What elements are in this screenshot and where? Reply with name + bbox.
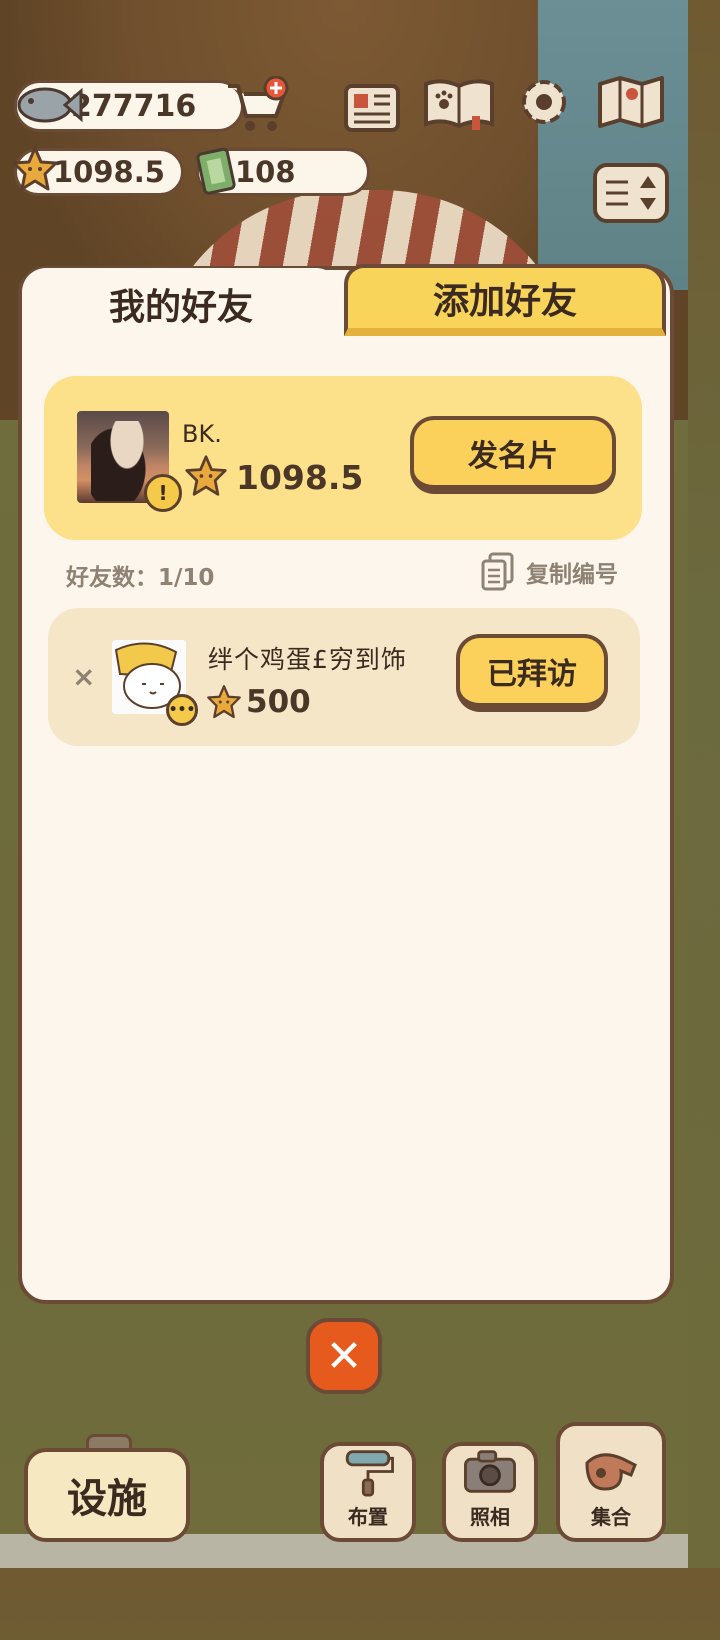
shop-cart-icon[interactable] [224, 76, 290, 134]
avatar-figure [91, 421, 151, 501]
map-icon[interactable] [596, 74, 666, 130]
ticket-icon [196, 147, 236, 195]
star-count: 1098.5 [53, 155, 165, 189]
photo-label: 照相 [470, 1505, 510, 1529]
ticket-currency: 108 [196, 147, 370, 196]
star-currency: 1098.5 [12, 146, 184, 196]
gather-button[interactable]: 集合 [556, 1422, 666, 1542]
friend-score: 500 [246, 684, 311, 720]
star-icon [207, 685, 241, 719]
gather-label: 集合 [591, 1505, 631, 1529]
remove-friend-icon[interactable]: × [72, 660, 95, 693]
whistle-icon [585, 1453, 637, 1491]
friend-count: 好友数：1/10 [66, 565, 215, 591]
fish-currency: 277716 [14, 80, 244, 132]
gear-icon[interactable] [514, 74, 574, 130]
close-button[interactable]: ✕ [306, 1318, 382, 1394]
arrange-label: 布置 [348, 1505, 388, 1529]
paw-book-icon[interactable] [422, 76, 496, 132]
ticket-count: 108 [235, 155, 296, 189]
photo-button[interactable]: 照相 [442, 1442, 538, 1542]
alert-badge-icon: ! [144, 474, 182, 512]
background-sky [538, 0, 688, 290]
friend-name: 绊个鸡蛋£穷到饰 [208, 645, 407, 674]
tab-add-friend[interactable]: 添加好友 [344, 264, 666, 336]
fish-count: 277716 [71, 88, 197, 124]
visited-button[interactable]: 已拜访 [456, 634, 608, 712]
copy-icon [481, 552, 514, 591]
fish-icon [17, 87, 83, 123]
tab-my-friends[interactable]: 我的好友 [22, 268, 340, 340]
newspaper-icon[interactable] [342, 80, 402, 136]
star-icon [12, 146, 58, 191]
star-icon [185, 455, 227, 496]
sort-icon[interactable] [592, 162, 670, 224]
my-name: BK. [182, 420, 222, 448]
my-score: 1098.5 [236, 458, 364, 497]
facility-button[interactable]: 设施 [24, 1448, 190, 1542]
copy-id-button[interactable]: 复制编号 [480, 552, 618, 592]
camera-icon [464, 1450, 516, 1493]
arrange-button[interactable]: 布置 [320, 1442, 416, 1542]
copy-id-label: 复制编号 [526, 562, 618, 588]
paint-roller-icon [345, 1450, 394, 1497]
send-card-button[interactable]: 发名片 [410, 416, 616, 494]
more-options-icon: ••• [166, 694, 198, 726]
